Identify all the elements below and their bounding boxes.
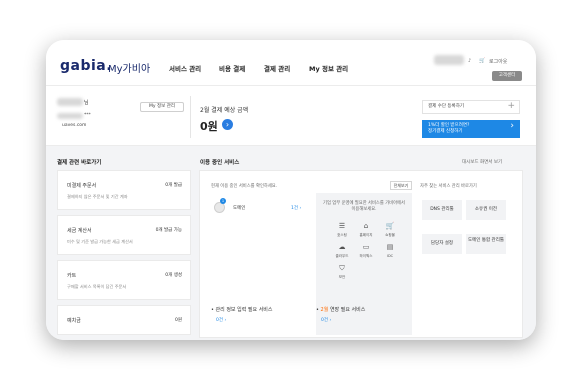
card-value: 0원 bbox=[174, 318, 182, 323]
hosting-label[interactable]: 호스팅 bbox=[331, 233, 353, 238]
domain-integrated-tool-button[interactable]: 도메인 통합 관리툴 bbox=[466, 234, 506, 254]
home-icon[interactable]: ⌂ bbox=[357, 222, 375, 230]
mgmt-info-needed: • 관리 정보 입력 필요 서비스 bbox=[211, 307, 273, 313]
nav-payment-manage[interactable]: 결제 관리 bbox=[264, 63, 290, 73]
services-title: 이용 중인 서비스 bbox=[200, 160, 240, 166]
register-payment-button[interactable]: 결제 수단 등록하기 + bbox=[422, 100, 520, 114]
gabia-logo[interactable]: gabia. bbox=[60, 58, 112, 74]
card-title: 카트 bbox=[67, 273, 77, 279]
billing-arrow-icon[interactable]: › bbox=[222, 119, 233, 130]
mgmt-info-needed-value: 0건 bbox=[216, 318, 224, 323]
chevron-right-icon: › bbox=[510, 121, 514, 131]
card-cart[interactable]: 카트 0개 생성 구매할 서비스 목록이 담긴 주문서 bbox=[57, 260, 191, 300]
blurred-name bbox=[57, 98, 83, 106]
dns-tool-button[interactable]: DNS 관리툴 bbox=[422, 200, 462, 220]
dashboard-link[interactable]: 대시보드 화면서 보기 bbox=[462, 159, 502, 165]
renewal-needed: • 2월 연장 필요 서비스 bbox=[316, 307, 366, 313]
cart-icon[interactable]: 🛒 bbox=[381, 222, 399, 230]
domain-count[interactable]: 1건 › bbox=[291, 205, 301, 211]
renewal-month: 2월 bbox=[320, 307, 329, 313]
other-services-box bbox=[316, 193, 412, 335]
billing-label: 2월 결제 예상 금액 bbox=[200, 107, 249, 114]
billing-amount: 0원 bbox=[200, 120, 218, 133]
card-title: 예치금 bbox=[67, 318, 81, 324]
account-divider bbox=[190, 96, 191, 138]
domain-label[interactable]: 도메인 bbox=[233, 205, 245, 211]
customer-center-button[interactable]: 고객센터 bbox=[492, 71, 522, 81]
promo-banner[interactable]: 1%더 할인 받으려면? 정기결제 신청하기 › bbox=[422, 120, 520, 138]
card-value: 0개 발급 가능 bbox=[155, 228, 182, 233]
payment-shortcuts-title: 결제 관련 바로가기 bbox=[57, 160, 102, 166]
email-tail: *** bbox=[84, 113, 91, 118]
blurred-email bbox=[57, 113, 83, 119]
services-detail-button[interactable]: 전체보기 bbox=[390, 181, 412, 190]
nav-service-manage[interactable]: 서비스 관리 bbox=[169, 63, 201, 73]
plus-icon: + bbox=[507, 101, 515, 111]
card-tax-invoice[interactable]: 세금 계산서 0개 발급 가능 미수 및 기준 발급 가능한 세금 계산서 bbox=[57, 215, 191, 255]
cloud-label[interactable]: 클라우드 bbox=[331, 254, 353, 259]
card-sub: 미수 및 기준 발급 가능한 세금 계산서 bbox=[67, 239, 133, 244]
ownership-transfer-button[interactable]: 소유권 이전 bbox=[466, 200, 506, 220]
card-sub: 결제하지 않은 주문서 및 기간 계좌 bbox=[67, 194, 128, 199]
idc-label[interactable]: IDC bbox=[379, 254, 401, 258]
card-value: 0개 생성 bbox=[165, 273, 182, 278]
card-deposit[interactable]: 예치금 0원 bbox=[57, 305, 191, 335]
briefcase-icon[interactable]: ▭ bbox=[357, 243, 375, 251]
other-services-text: 기업 업무 운영에 필요한 서비스를 가비아에서 이용해보세요. bbox=[323, 201, 405, 212]
renewal-needed-count[interactable]: 0건 › bbox=[321, 317, 331, 323]
homepage-label[interactable]: 홈페이지 bbox=[355, 233, 377, 238]
renewal-needed-value: 0건 bbox=[321, 318, 329, 323]
domain-badge: 1 bbox=[220, 198, 226, 204]
card-sub: 구매할 서비스 목록이 담긴 주문서 bbox=[67, 284, 127, 289]
cloud-icon[interactable]: ☁ bbox=[333, 243, 351, 251]
nav-cost-payment[interactable]: 비용 결제 bbox=[219, 63, 245, 73]
mgmt-info-needed-count[interactable]: 0건 › bbox=[216, 317, 226, 323]
card-title: 세금 계산서 bbox=[67, 228, 92, 234]
nav-my-info[interactable]: My 정보 관리 bbox=[309, 63, 348, 73]
renewal-needed-label: 연장 필요 서비스 bbox=[329, 307, 366, 313]
shield-icon[interactable]: ⛉ bbox=[333, 264, 351, 273]
contact-setting-button[interactable]: 담당자 설정 bbox=[422, 234, 462, 254]
quick-hint: 자주 찾는 서비스 관리 바로가기 bbox=[420, 184, 477, 189]
list-icon[interactable]: ☰ bbox=[333, 222, 351, 230]
shop-label[interactable]: 쇼핑몰 bbox=[379, 233, 401, 238]
domain-count-value: 1건 bbox=[291, 206, 299, 211]
register-payment-label: 결제 수단 등록하기 bbox=[428, 104, 464, 109]
cart-icon-top[interactable]: 🛒 bbox=[479, 58, 485, 64]
my-info-button[interactable]: My 정보 관리 bbox=[140, 102, 184, 112]
hiworks-label[interactable]: 하이웍스 bbox=[355, 254, 377, 259]
mgmt-info-needed-label: 관리 정보 입력 필요 서비스 bbox=[215, 307, 273, 313]
my-gabia-label[interactable]: My가비아 bbox=[108, 60, 150, 75]
card-unpaid-orders[interactable]: 미결제 주문서 0개 발급 결제하지 않은 주문서 및 기간 계좌 bbox=[57, 170, 191, 210]
logout-link[interactable]: 로그아웃 bbox=[489, 58, 507, 65]
blurred-username bbox=[434, 55, 464, 65]
name-suffix: 님 bbox=[84, 100, 89, 106]
services-hint: 현재 이용 중인 서비스를 확인하세요. bbox=[211, 184, 278, 189]
bell-icon[interactable]: ♪ bbox=[468, 58, 471, 64]
security-label[interactable]: 보안 bbox=[331, 275, 353, 280]
server-icon[interactable]: ▤ bbox=[381, 243, 399, 251]
card-title: 미결제 주문서 bbox=[67, 183, 97, 189]
email-domain: uaves.com bbox=[62, 123, 87, 128]
promo-line2: 정기결제 신청하기 bbox=[428, 129, 463, 134]
top-navigation: gabia. My가비아 서비스 관리 비용 결제 결제 관리 My 정보 관리… bbox=[46, 40, 536, 86]
card-value: 0개 발급 bbox=[165, 183, 182, 188]
